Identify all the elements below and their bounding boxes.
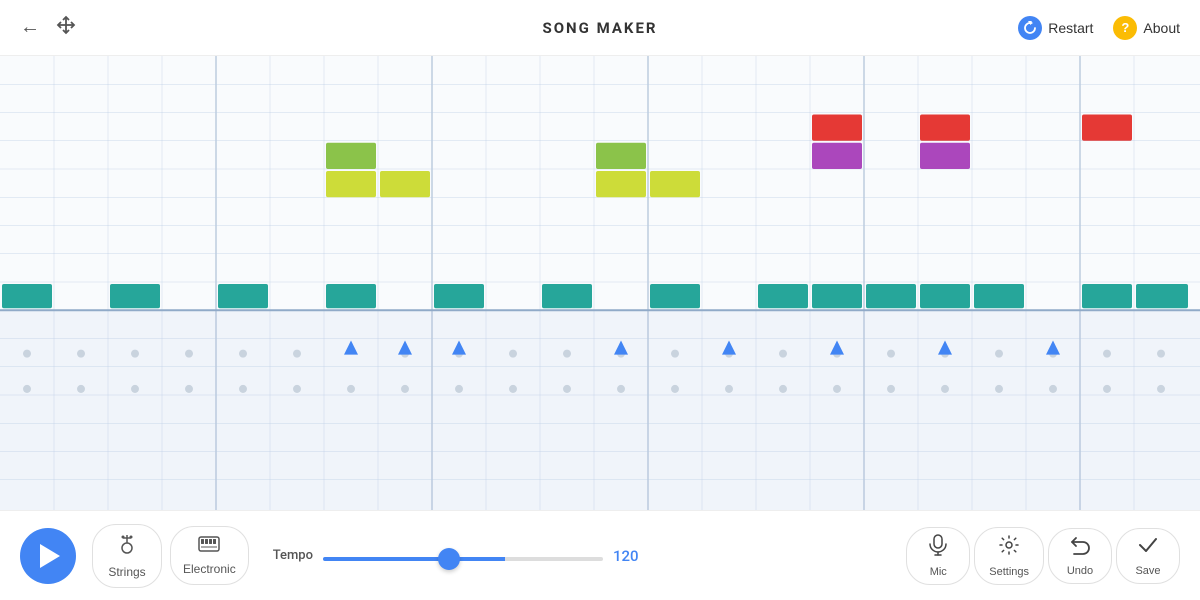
- note-purple-1: [812, 143, 862, 169]
- beat-triangle-7: [938, 341, 952, 355]
- right-controls: Mic Settings Undo: [906, 527, 1180, 585]
- tempo-slider[interactable]: [323, 557, 603, 561]
- strings-button[interactable]: Strings: [92, 524, 162, 588]
- perc-13: [1082, 284, 1132, 308]
- perc-2: [110, 284, 160, 308]
- settings-button[interactable]: Settings: [974, 527, 1044, 585]
- note-purple-2: [920, 143, 970, 169]
- beat-triangle-1: [344, 341, 358, 355]
- about-icon: ?: [1113, 16, 1137, 40]
- mic-label: Mic: [930, 566, 947, 578]
- note-yellow-3: [596, 171, 646, 197]
- main-grid-area[interactable]: [0, 56, 1200, 510]
- header-left: ←: [20, 15, 76, 40]
- instrument-group: Strings Electronic: [92, 524, 249, 588]
- electronic-label: Electronic: [183, 562, 236, 576]
- perc-11: [920, 284, 970, 308]
- tempo-slider-wrapper: [323, 546, 603, 565]
- perc-10: [866, 284, 916, 308]
- perc-12: [974, 284, 1024, 308]
- strings-label: Strings: [108, 565, 145, 579]
- play-button[interactable]: [20, 528, 76, 584]
- strings-icon: [116, 533, 138, 561]
- undo-icon: [1069, 535, 1091, 561]
- electronic-icon: [198, 535, 220, 558]
- note-green-1: [326, 143, 376, 169]
- save-button[interactable]: Save: [1116, 528, 1180, 584]
- move-button[interactable]: [56, 15, 76, 40]
- save-label: Save: [1135, 565, 1160, 577]
- tempo-label: Tempo: [273, 548, 313, 563]
- tempo-value: 120: [613, 547, 649, 565]
- undo-label: Undo: [1067, 565, 1093, 577]
- perc-1: [2, 284, 52, 308]
- mic-button[interactable]: Mic: [906, 527, 970, 585]
- back-button[interactable]: ←: [20, 16, 40, 39]
- perc-6: [542, 284, 592, 308]
- note-red-2: [920, 115, 970, 141]
- tempo-group: Tempo 120: [273, 546, 907, 565]
- undo-button[interactable]: Undo: [1048, 528, 1112, 584]
- beat-triangle-3: [452, 341, 466, 355]
- play-icon: [40, 544, 60, 568]
- note-yellow-4: [650, 171, 700, 197]
- electronic-button[interactable]: Electronic: [170, 526, 249, 585]
- perc-3: [218, 284, 268, 308]
- toolbar: Strings Electronic Tempo 120: [0, 510, 1200, 600]
- header: ← SONG MAKER Restart: [0, 0, 1200, 56]
- beat-triangle-6: [830, 341, 844, 355]
- perc-4: [326, 284, 376, 308]
- settings-label: Settings: [989, 566, 1029, 578]
- note-red-3: [1082, 115, 1132, 141]
- note-green-2: [596, 143, 646, 169]
- note-yellow-1: [326, 171, 376, 197]
- about-button[interactable]: ? About: [1113, 16, 1180, 40]
- mic-icon: [928, 534, 948, 562]
- note-yellow-2: [380, 171, 430, 197]
- header-right: Restart ? About: [1018, 16, 1180, 40]
- note-red-1: [812, 115, 862, 141]
- beat-triangle-2: [398, 341, 412, 355]
- page-title: SONG MAKER: [542, 19, 657, 37]
- restart-icon: [1018, 16, 1042, 40]
- perc-8: [758, 284, 808, 308]
- beat-triangle-8: [1046, 341, 1060, 355]
- restart-button[interactable]: Restart: [1018, 16, 1093, 40]
- perc-14: [1136, 284, 1188, 308]
- perc-5: [434, 284, 484, 308]
- beat-triangle-5: [722, 341, 736, 355]
- perc-7: [650, 284, 700, 308]
- beat-triangle-4: [614, 341, 628, 355]
- perc-9: [812, 284, 862, 308]
- save-icon: [1137, 535, 1159, 561]
- settings-icon: [998, 534, 1020, 562]
